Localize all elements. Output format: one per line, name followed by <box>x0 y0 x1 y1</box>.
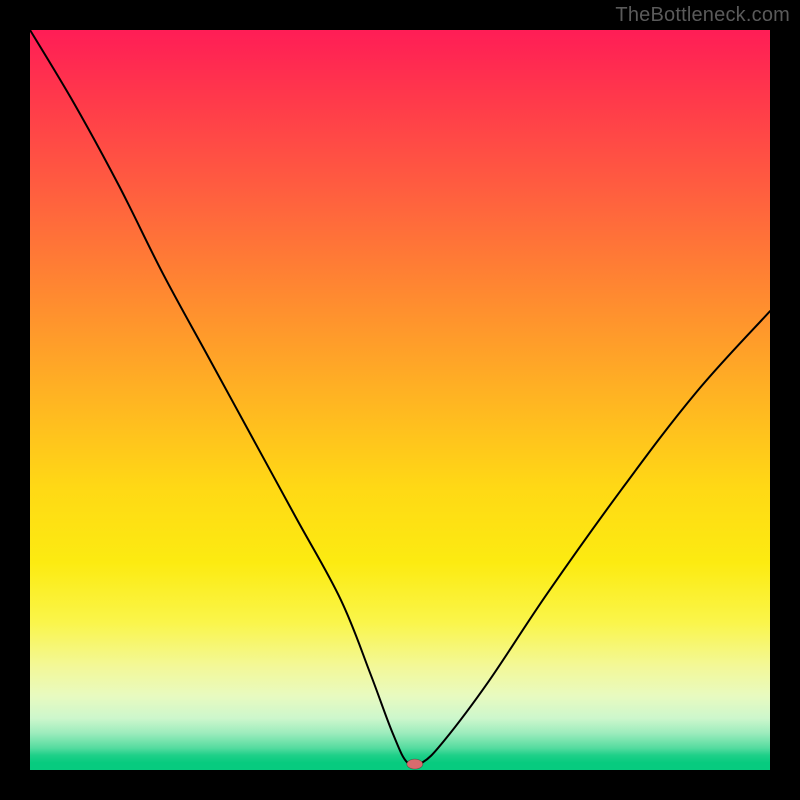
plot-area <box>30 30 770 770</box>
chart-stage: TheBottleneck.com <box>0 0 800 800</box>
minimum-marker <box>30 30 770 770</box>
watermark-text: TheBottleneck.com <box>615 4 790 27</box>
